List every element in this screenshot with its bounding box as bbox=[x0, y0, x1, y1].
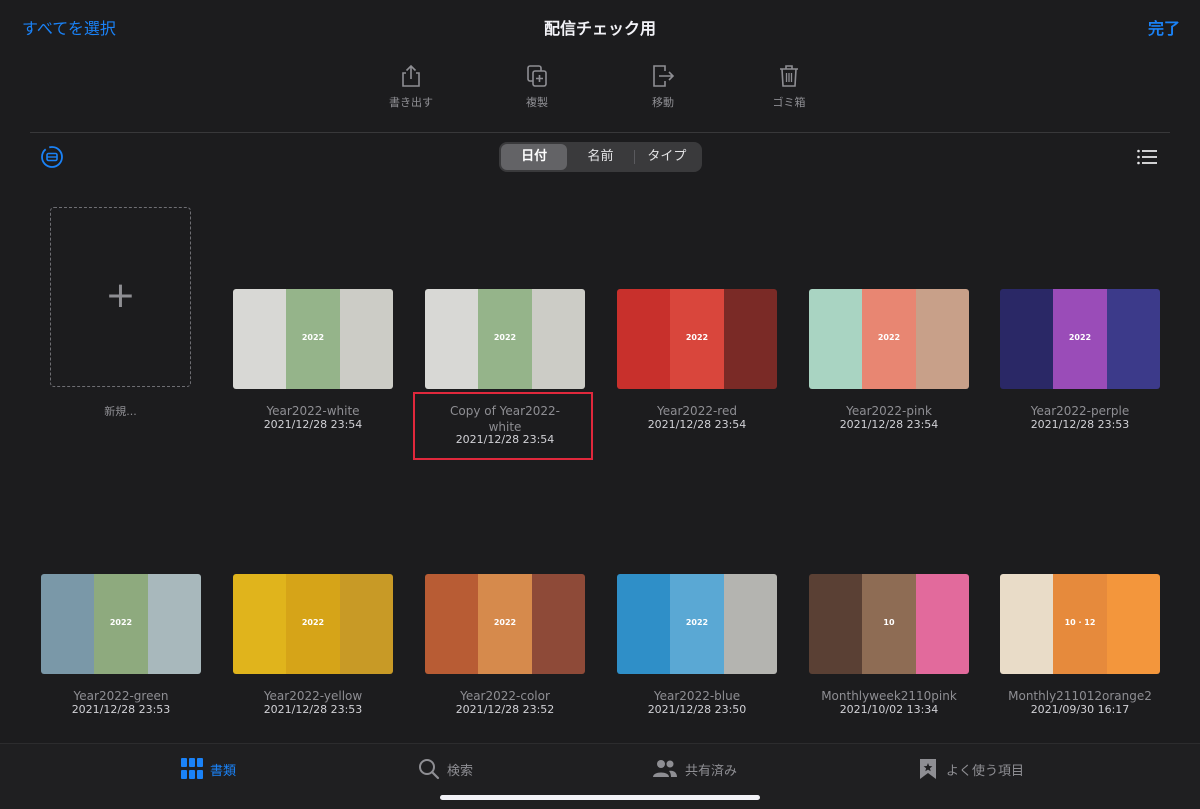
document-thumbnail[interactable]: 2022 bbox=[425, 574, 585, 674]
trash-button[interactable]: ゴミ箱 bbox=[749, 64, 829, 110]
thumbnail-year-label: 10 · 12 bbox=[1064, 618, 1096, 627]
document-thumbnail[interactable]: 2022 bbox=[1000, 289, 1160, 389]
sort-by-date[interactable]: 日付 bbox=[501, 144, 568, 170]
duplicate-label: 複製 bbox=[526, 96, 548, 109]
document-name: Monthlyweek2110pink bbox=[821, 689, 957, 703]
document-name: Year2022-yellow bbox=[263, 689, 363, 703]
document-thumbnail[interactable]: 2022 bbox=[617, 574, 777, 674]
document-thumbnail[interactable]: 10 · 12 bbox=[1000, 574, 1160, 674]
bookmark-icon bbox=[920, 759, 936, 779]
document-name: Year2022-green bbox=[73, 689, 169, 703]
grid-icon bbox=[181, 758, 203, 779]
document-thumbnail[interactable]: 10 bbox=[809, 574, 969, 674]
thumbnail-year-label: 2022 bbox=[493, 333, 517, 342]
list-view-icon[interactable] bbox=[1136, 148, 1158, 166]
document-date: 2021/10/02 13:34 bbox=[839, 703, 939, 716]
document-name: Year2022-white bbox=[266, 404, 360, 418]
document-date: 2021/12/28 23:53 bbox=[263, 703, 363, 716]
sort-bar: 日付 名前 タイプ bbox=[0, 140, 1200, 174]
action-toolbar: 書き出す 複製 移動 ゴミ箱 bbox=[0, 64, 1200, 124]
tab-documents[interactable]: 書類 bbox=[181, 758, 236, 780]
search-icon bbox=[419, 759, 440, 780]
document-name: Year2022-color bbox=[460, 689, 550, 703]
document-date: 2021/12/28 23:53 bbox=[1030, 418, 1130, 431]
document-name: Year2022-blue bbox=[653, 689, 741, 703]
document-thumbnail[interactable]: 2022 bbox=[425, 289, 585, 389]
duplicate-button[interactable]: 複製 bbox=[497, 64, 577, 110]
document-date: 2021/12/28 23:54 bbox=[647, 418, 747, 431]
move-button[interactable]: 移動 bbox=[623, 64, 703, 110]
thumbnail-year-label: 2022 bbox=[877, 333, 901, 342]
document-name: Year2022-red bbox=[657, 404, 737, 418]
document-date: 2021/12/28 23:54 bbox=[839, 418, 939, 431]
tab-documents-label: 書類 bbox=[210, 763, 237, 779]
move-label: 移動 bbox=[652, 96, 674, 109]
document-thumbnail[interactable]: 2022 bbox=[617, 289, 777, 389]
toolbar-divider bbox=[30, 132, 1170, 133]
highlight-box bbox=[413, 392, 593, 460]
document-name: Monthly211012orange2 bbox=[1008, 689, 1152, 703]
document-date: 2021/09/30 16:17 bbox=[1030, 703, 1130, 716]
tab-favorites[interactable]: よく使う項目 bbox=[917, 758, 1024, 780]
sort-segmented-control: 日付 名前 タイプ bbox=[499, 142, 702, 172]
export-label: 書き出す bbox=[389, 96, 433, 109]
thumbnail-year-label: 2022 bbox=[493, 618, 517, 627]
thumbnail-year-label: 2022 bbox=[1068, 333, 1092, 342]
thumbnail-year-label: 2022 bbox=[301, 618, 325, 627]
trash-label: ゴミ箱 bbox=[772, 96, 806, 109]
document-thumbnail[interactable]: 2022 bbox=[233, 289, 393, 389]
thumbnail-year-label: 2022 bbox=[685, 333, 709, 342]
plus-icon: + bbox=[105, 275, 136, 316]
sort-by-type[interactable]: タイプ bbox=[633, 144, 700, 170]
share-icon bbox=[402, 64, 420, 87]
home-indicator bbox=[440, 795, 760, 800]
document-thumbnail[interactable]: 2022 bbox=[233, 574, 393, 674]
sort-by-name[interactable]: 名前 bbox=[567, 144, 633, 170]
document-date: 2021/12/28 23:53 bbox=[71, 703, 171, 716]
new-document-button[interactable]: + bbox=[50, 207, 191, 387]
thumbnail-year-label: 2022 bbox=[685, 618, 709, 627]
thumbnail-year-label: 2022 bbox=[301, 333, 325, 342]
document-name: Year2022-perple bbox=[1030, 404, 1130, 418]
document-name: Year2022-pink bbox=[846, 404, 932, 418]
document-date: 2021/12/28 23:52 bbox=[455, 703, 555, 716]
move-icon bbox=[653, 65, 675, 87]
tab-favorites-label: よく使う項目 bbox=[946, 763, 1025, 779]
people-icon bbox=[653, 760, 677, 777]
document-date: 2021/12/28 23:54 bbox=[263, 418, 363, 431]
thumbnail-year-label: 2022 bbox=[109, 618, 133, 627]
done-button[interactable]: 完了 bbox=[1148, 15, 1180, 39]
tab-shared[interactable]: 共有済み bbox=[652, 758, 737, 780]
navigation-bar: すべてを選択 配信チェック用 完了 bbox=[0, 0, 1200, 52]
new-document-label: 新規... bbox=[104, 405, 137, 418]
document-thumbnail[interactable]: 2022 bbox=[41, 574, 201, 674]
tab-search-label: 検索 bbox=[447, 763, 474, 779]
page-title: 配信チェック用 bbox=[543, 19, 656, 38]
duplicate-icon bbox=[527, 65, 547, 87]
tab-shared-label: 共有済み bbox=[685, 763, 738, 779]
thumbnail-year-label: 10 bbox=[883, 618, 895, 627]
export-button[interactable]: 書き出す bbox=[371, 64, 451, 110]
tab-search[interactable]: 検索 bbox=[418, 758, 473, 780]
document-thumbnail[interactable]: 2022 bbox=[809, 289, 969, 389]
document-date: 2021/12/28 23:50 bbox=[647, 703, 747, 716]
trash-icon bbox=[780, 65, 798, 87]
selection-icon[interactable] bbox=[40, 145, 64, 169]
